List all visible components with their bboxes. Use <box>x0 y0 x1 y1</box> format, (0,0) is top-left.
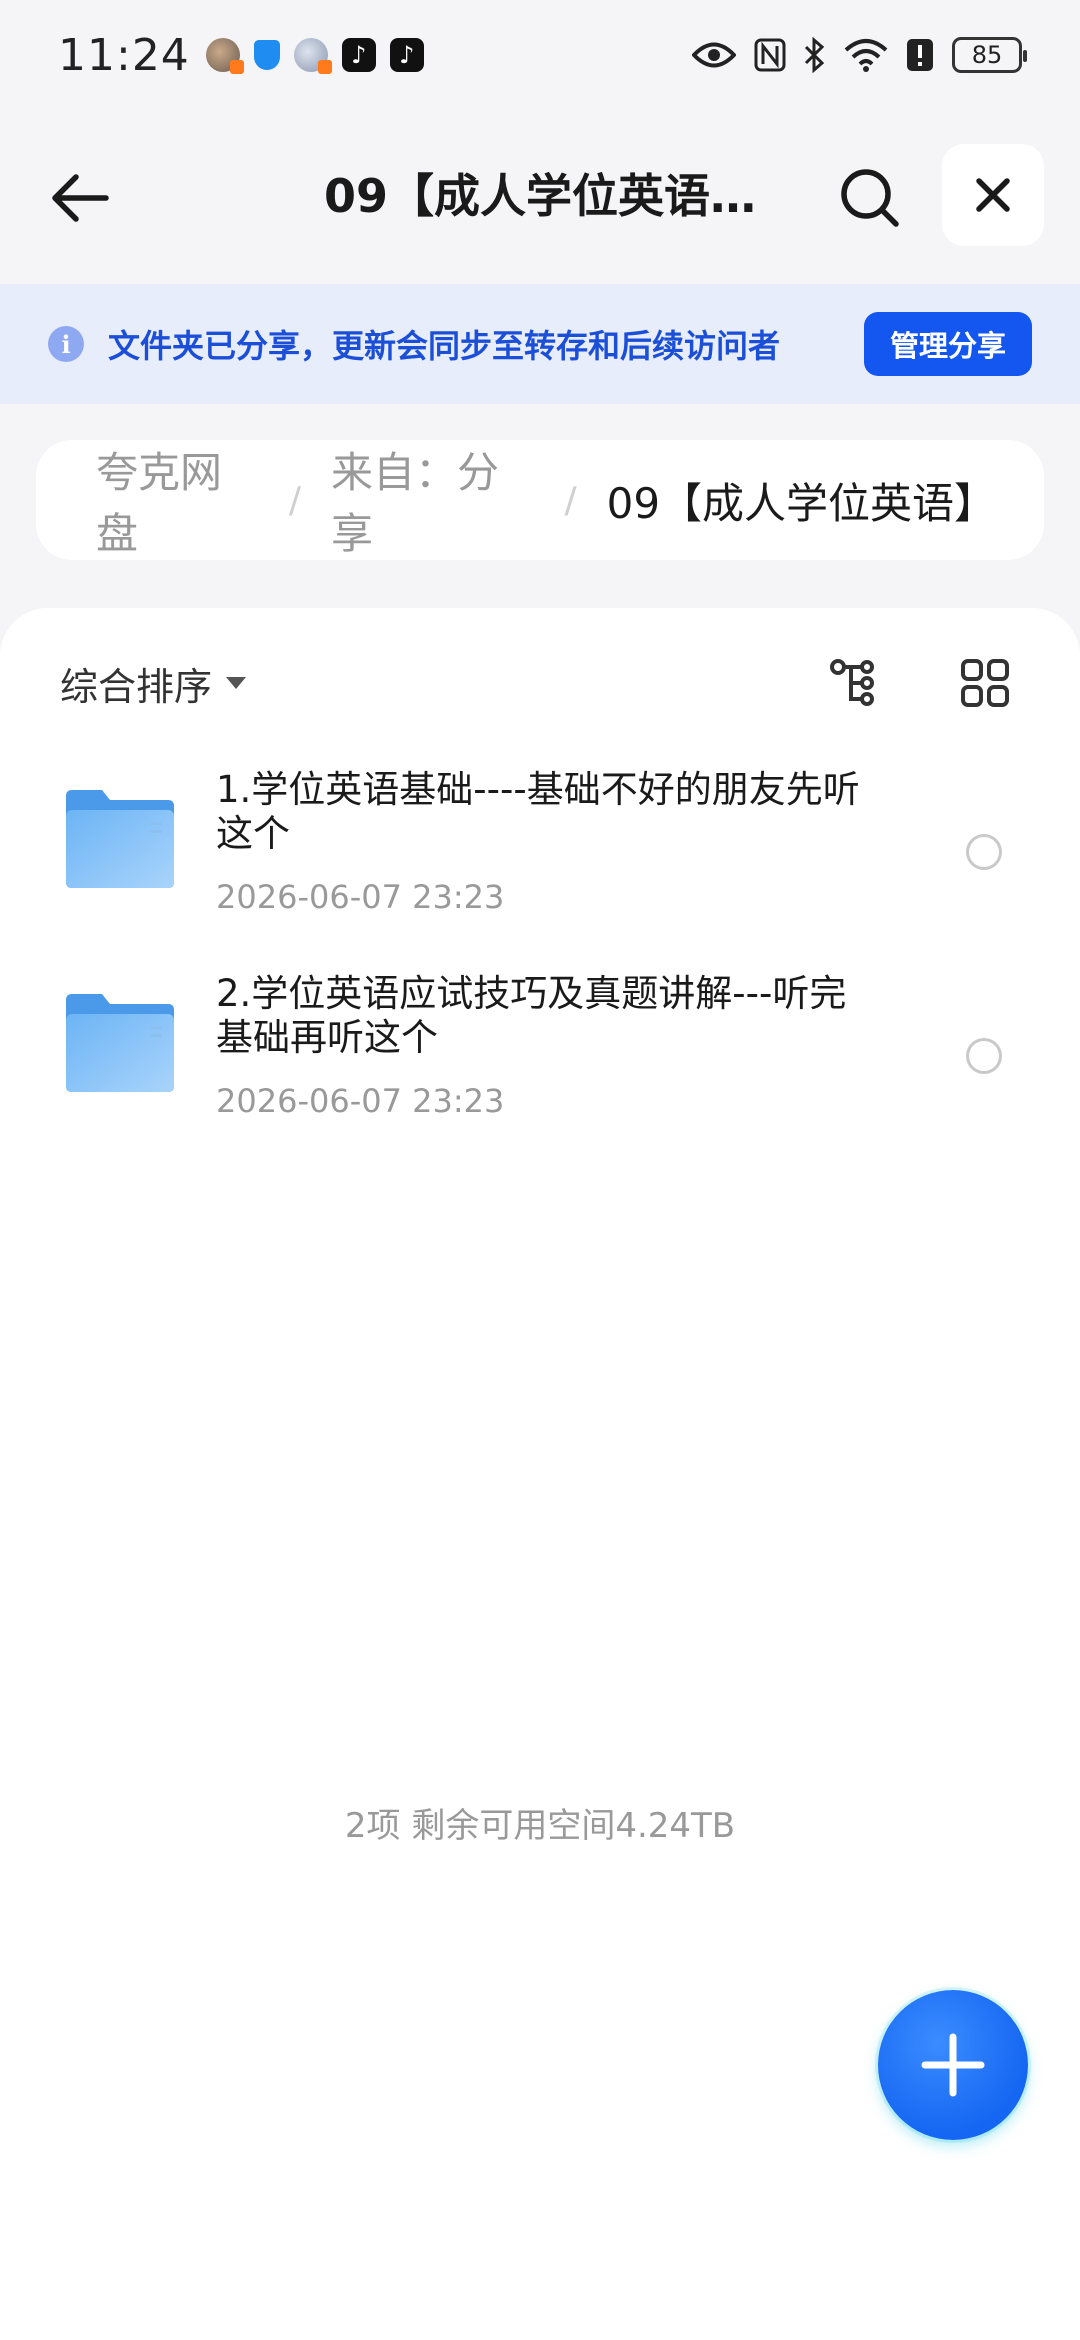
tiktok-icon: ♪ <box>341 38 376 72</box>
list-item[interactable]: 1.学位英语基础----基础不好的朋友先听这个 2026-06-07 23:23 <box>0 768 1080 948</box>
sort-dropdown[interactable]: 综合排序 <box>60 656 247 711</box>
app-avatar-icon <box>205 38 244 74</box>
file-date: 2026-06-07 23:23 <box>216 878 505 916</box>
file-name: 2.学位英语应试技巧及真题讲解---听完基础再听这个 <box>216 972 847 1059</box>
battery-level: 85 <box>971 41 1003 69</box>
breadcrumb: 夸克网盘 / 来自：分享 / 09【成人学位英语】 <box>36 440 1044 560</box>
notification-icons: ♪ ♪ <box>205 38 424 74</box>
page-title: 09【成人学位英语… <box>323 169 756 223</box>
close-icon <box>976 178 1010 212</box>
alert-icon <box>907 39 933 71</box>
folder-icon <box>66 790 174 888</box>
select-checkbox[interactable] <box>966 1038 1002 1074</box>
folder-icon <box>66 994 174 1092</box>
plus-icon <box>921 2033 985 2097</box>
close-button[interactable] <box>942 144 1044 246</box>
info-icon: i <box>48 326 84 362</box>
tiktok-icon: ♪ <box>389 38 424 72</box>
list-toolbar: 综合排序 <box>60 648 1020 718</box>
select-checkbox[interactable] <box>966 834 1002 870</box>
manage-share-button[interactable]: 管理分享 <box>863 312 1032 376</box>
battery-indicator: 85 <box>952 37 1027 73</box>
file-date: 2026-06-07 23:23 <box>216 1082 505 1120</box>
breadcrumb-separator: / <box>288 479 301 521</box>
add-button[interactable] <box>878 1990 1028 2140</box>
eye-icon <box>692 42 736 68</box>
tree-view-button[interactable] <box>824 648 894 718</box>
top-app-bar: 09【成人学位英语… <box>0 140 1080 250</box>
breadcrumb-item-current: 09【成人学位英语】 <box>606 478 997 528</box>
share-notice-text: 文件夹已分享，更新会同步至转存和后续访问者 <box>108 327 781 365</box>
sort-label: 综合排序 <box>60 664 213 709</box>
back-button[interactable] <box>40 158 120 238</box>
storage-summary: 2项 剩余可用空间4.24TB <box>344 1806 736 1846</box>
breadcrumb-item-shared[interactable]: 来自：分享 <box>331 439 535 561</box>
grid-icon <box>961 659 1009 707</box>
app-avatar-icon <box>293 38 332 74</box>
file-name: 1.学位英语基础----基础不好的朋友先听这个 <box>216 768 860 855</box>
list-item[interactable]: 2.学位英语应试技巧及真题讲解---听完基础再听这个 2026-06-07 23… <box>0 972 1080 1152</box>
breadcrumb-item-root[interactable]: 夸克网盘 <box>96 439 259 561</box>
bluetooth-icon <box>804 37 825 73</box>
search-button[interactable] <box>830 158 910 238</box>
system-icons: 85 <box>692 37 1027 73</box>
share-notice-banner: i 文件夹已分享，更新会同步至转存和后续访问者 管理分享 <box>0 284 1080 404</box>
caret-down-icon <box>226 677 247 689</box>
nfc-icon <box>754 38 786 72</box>
breadcrumb-separator: / <box>564 479 577 521</box>
tree-structure-icon <box>830 659 874 706</box>
arrow-left-icon <box>52 174 109 222</box>
search-icon <box>841 169 899 227</box>
shield-icon <box>253 40 280 70</box>
status-bar: 11:24 ♪ ♪ 85 <box>0 0 1080 110</box>
grid-view-button[interactable] <box>950 648 1020 718</box>
clock: 11:24 <box>58 29 190 81</box>
wifi-icon <box>844 39 888 72</box>
